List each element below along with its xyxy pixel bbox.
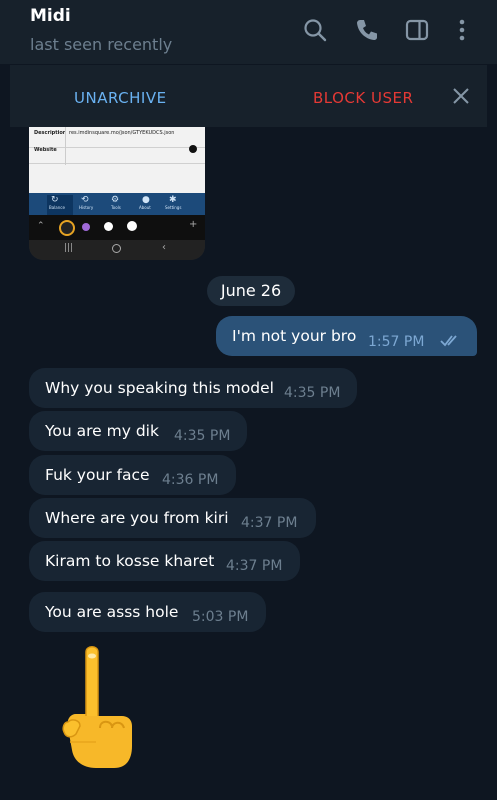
tools-icon: ⚙ — [111, 195, 120, 205]
user-icon: ● — [142, 195, 150, 205]
incoming-message[interactable]: Fuk your face 4:36 PM — [29, 455, 236, 495]
message-time: 1:57 PM — [368, 334, 425, 350]
outgoing-message[interactable]: I'm not your bro 1:57 PM — [216, 316, 477, 356]
chevron-up-icon: ⌃ — [37, 221, 45, 231]
chat-header: Midi last seen recently — [0, 0, 497, 64]
message-text: I'm not your bro — [232, 327, 357, 345]
message-time: 4:37 PM — [241, 515, 298, 531]
refresh-icon: ↻ — [51, 195, 59, 205]
incoming-message[interactable]: Kiram to kosse kharet 4:37 PM — [29, 541, 300, 581]
message-time: 4:35 PM — [284, 385, 341, 401]
message-text: You are my dik — [45, 422, 159, 440]
double-check-icon — [440, 335, 457, 347]
message-time: 5:03 PM — [192, 609, 249, 625]
globe-icon — [189, 145, 197, 153]
close-icon[interactable] — [450, 85, 472, 107]
incoming-message[interactable]: You are my dik 4:35 PM — [29, 411, 247, 451]
plus-icon: + — [189, 219, 198, 230]
message-time: 4:35 PM — [174, 428, 231, 444]
archive-action-bar: UNARCHIVE BLOCK USER — [10, 64, 487, 127]
message-text: Fuk your face — [45, 466, 150, 484]
incoming-message[interactable]: Where are you from kiri 4:37 PM — [29, 498, 316, 538]
search-icon[interactable] — [301, 16, 329, 44]
image-message[interactable]: Description res.imdinsquare.mo/json/GTYE… — [29, 127, 205, 260]
message-text: You are asss hole — [45, 603, 179, 621]
last-seen-status: last seen recently — [30, 35, 173, 54]
thumbnail-status-tray: ⌃ + — [29, 215, 205, 240]
message-time: 4:36 PM — [162, 472, 219, 488]
thumbnail-nav-bar: ↻ ⟲ ⚙ ● ✱ Balance History Tools About Se… — [29, 193, 205, 215]
phone-icon[interactable] — [353, 16, 381, 44]
thumbnail-system-nav: ||| ‹ — [29, 240, 205, 260]
date-separator: June 26 — [207, 276, 295, 306]
message-text: Where are you from kiri — [45, 509, 229, 527]
history-icon: ⟲ — [81, 195, 89, 205]
thumbnail-row: Website — [29, 141, 205, 164]
unarchive-button[interactable]: UNARCHIVE — [74, 89, 167, 107]
thumbnail-webpage: Description res.imdinsquare.mo/json/GTYE… — [29, 127, 205, 193]
settings-icon: ✱ — [169, 195, 177, 205]
incoming-message[interactable]: You are asss hole 5:03 PM — [29, 592, 266, 632]
message-text: Kiram to kosse kharet — [45, 552, 215, 570]
message-text: Why you speaking this model — [45, 379, 274, 397]
incoming-message[interactable]: Why you speaking this model 4:35 PM — [29, 368, 357, 408]
block-user-button[interactable]: BLOCK USER — [313, 89, 413, 107]
sidebar-toggle-icon[interactable] — [403, 16, 431, 44]
message-time: 4:37 PM — [226, 558, 283, 574]
middle-finger-emoji-icon[interactable] — [56, 642, 136, 772]
contact-name[interactable]: Midi — [30, 6, 71, 26]
more-options-icon[interactable] — [448, 16, 476, 44]
